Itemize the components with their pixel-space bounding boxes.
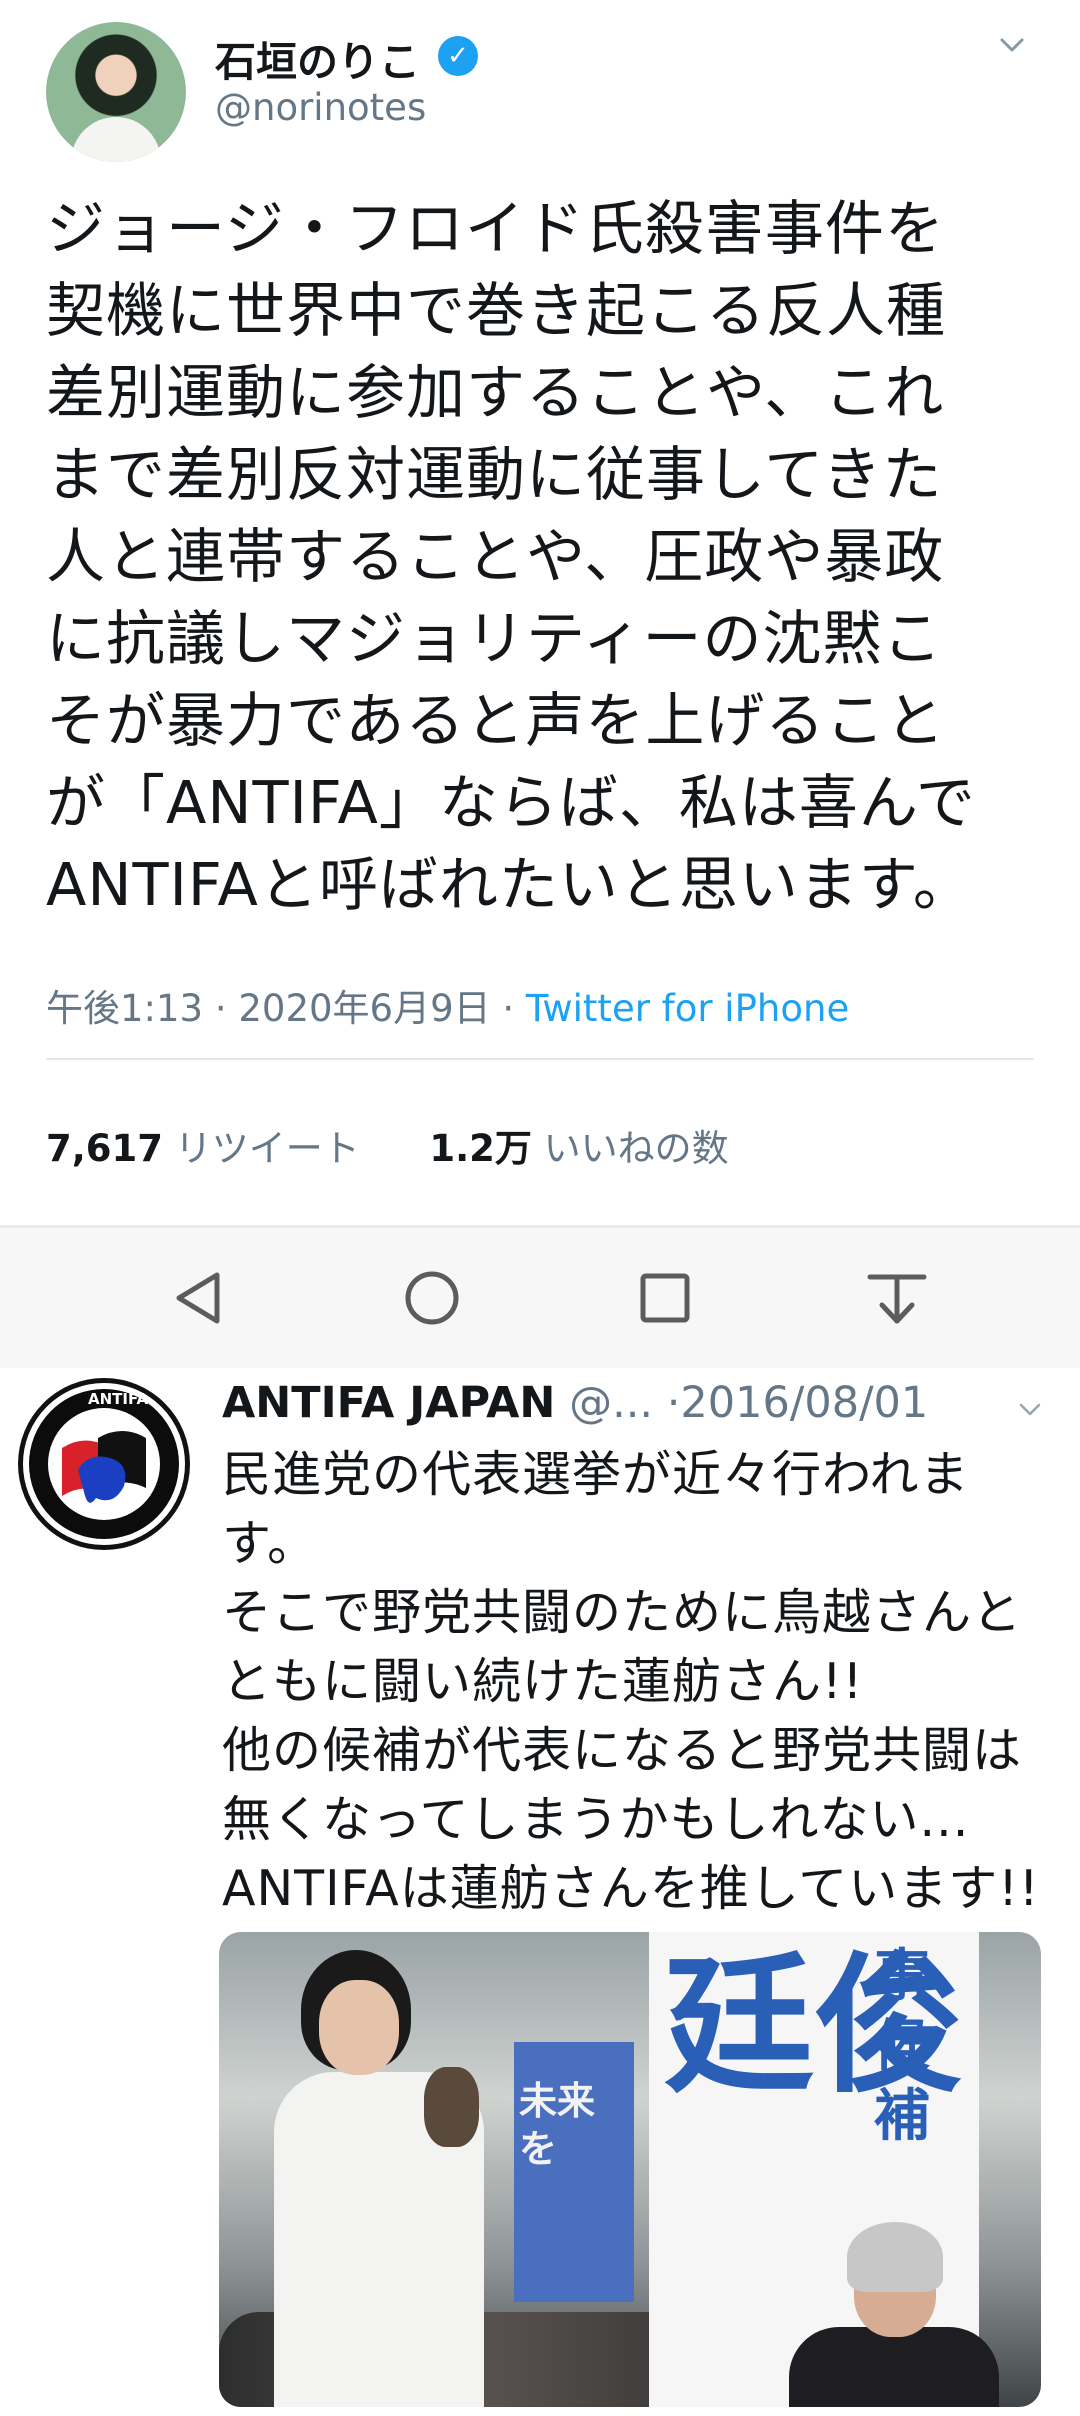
tweet-header: ANTIFA JAPAN @... ·2016/08/01 <box>222 1378 928 1428</box>
like-label[interactable]: いいねの数 <box>544 1127 729 1170</box>
like-count[interactable]: 1.2万 <box>429 1127 532 1170</box>
tweet-text-line: 民進党の代表選挙が近々行われま <box>222 1446 970 1503</box>
microphone <box>424 2067 479 2147</box>
display-name[interactable]: ANTIFA JAPAN <box>222 1378 555 1428</box>
bystander-hair <box>847 2222 943 2292</box>
campaign-banner-text: 未来を <box>519 2079 596 2171</box>
avatar[interactable] <box>46 22 186 162</box>
user-handle[interactable]: @... <box>569 1378 653 1428</box>
display-name[interactable]: 石垣のりこ <box>215 28 420 88</box>
avatar-logo-text: ANTIFA <box>88 1390 149 1408</box>
tweet-text-line: ともに闘い続けた蓮舫さん!! <box>222 1653 864 1710</box>
timestamp[interactable]: 午後1:13 · 2020年6月9日 · <box>46 987 526 1030</box>
tweet-text-line: 無くなってしまうかもしれない... <box>222 1791 970 1848</box>
speaker-face <box>319 1980 399 2075</box>
chevron-down-icon[interactable] <box>997 30 1027 60</box>
tweet-text-line: ジョージ・フロイド氏殺害事件を <box>46 194 945 263</box>
tweet-text-line: まで差別反対運動に従事してきた <box>46 440 943 509</box>
retweet-label[interactable]: リツイート <box>175 1127 360 1170</box>
verified-badge-icon: ✓ <box>438 36 478 76</box>
user-handle[interactable]: @norinotes <box>215 86 426 129</box>
tweet-text-line: 人と連帯することや、圧政や暴政 <box>46 522 945 591</box>
tweet-text-line: そこで野党共闘のために鳥越さんと <box>222 1584 1023 1641</box>
tweet-stats: 7,617 リツイート 1.2万 いいねの数 <box>46 1118 729 1172</box>
tweet-text-line: 差別運動に参加することや、これ <box>46 358 945 427</box>
tweet-text-line: が「ANTIFA」ならば、私は喜んで <box>46 768 976 837</box>
recents-icon[interactable] <box>630 1263 700 1333</box>
tweet-photo[interactable]: 未来を 廷俊 事候補 <box>219 1932 1041 2407</box>
bystander-figure <box>789 2327 999 2407</box>
tweet-text-line: ANTIFAと呼ばれたいと思います。 <box>46 850 973 919</box>
tweet-text-line: 他の候補が代表になると野党共闘は <box>222 1722 1023 1779</box>
retweet-count[interactable]: 7,617 <box>46 1127 163 1170</box>
tweet-text-line: 契機に世界中で巻き起こる反人種 <box>46 276 947 345</box>
tweet-text: ジョージ・フロイド氏殺害事件を 契機に世界中で巻き起こる反人種 差別運動に参加す… <box>46 188 1046 926</box>
tweet-text: 民進党の代表選挙が近々行われま す。 そこで野党共闘のために鳥越さんと ともに闘… <box>222 1440 1052 1923</box>
chevron-down-icon[interactable] <box>1017 1396 1043 1422</box>
divider <box>46 1058 1034 1060</box>
tweet-meta: 午後1:13 · 2020年6月9日 · Twitter for iPhone <box>46 978 849 1032</box>
tweet-text-line: に抗議しマジョリティーの沈黙こ <box>46 604 943 673</box>
tweet-text-line: そが暴力であると声を上げること <box>46 686 946 755</box>
tweet-text-line: ANTIFAは蓮舫さんを推しています!! <box>222 1860 1040 1917</box>
avatar-figure <box>71 117 161 162</box>
notification-pull-icon[interactable] <box>862 1263 932 1333</box>
source-link[interactable]: Twitter for iPhone <box>526 987 849 1030</box>
campaign-sign-side-text: 事候補 <box>874 1944 930 2149</box>
back-icon[interactable] <box>165 1263 235 1333</box>
tweet-text-line: す。 <box>222 1515 318 1572</box>
home-icon[interactable] <box>397 1263 467 1333</box>
tweet-date[interactable]: ·2016/08/01 <box>667 1378 929 1428</box>
